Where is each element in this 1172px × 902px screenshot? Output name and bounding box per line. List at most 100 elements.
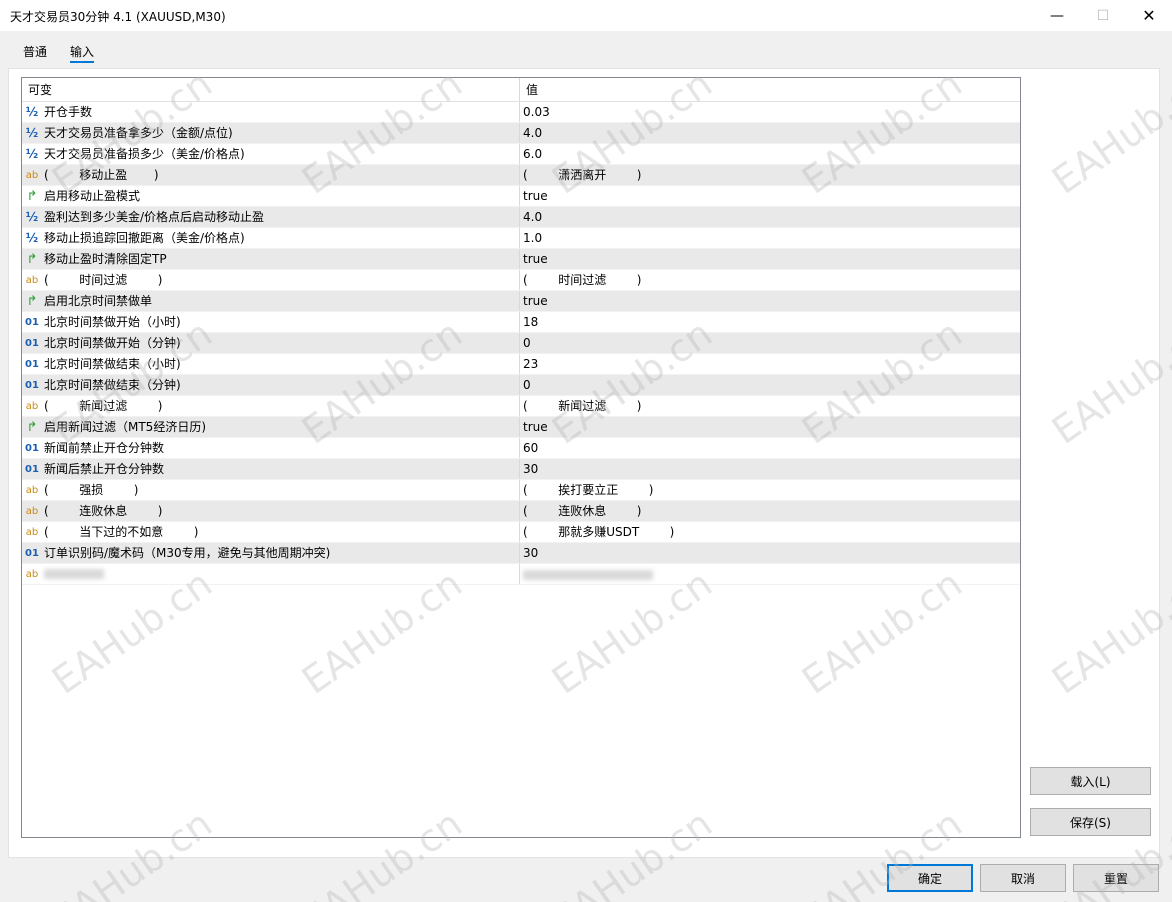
- table-row[interactable]: ab ( 强损 ) ( 挨打要立正 ): [22, 480, 1020, 501]
- variable-name: 北京时间禁做结束（小时): [44, 356, 181, 371]
- column-header-value[interactable]: 值: [520, 78, 1020, 101]
- inputs-grid: 可变 值 ½ 开仓手数 0.03 ½ 天才交易员准备拿多少（金额/点位) 4.0 ½ 天才交易…: [21, 77, 1021, 838]
- variable-cell[interactable]: 01 新闻后禁止开仓分钟数: [22, 459, 520, 479]
- value-cell[interactable]: 30: [520, 543, 1020, 563]
- table-row[interactable]: 01 北京时间禁做结束（小时) 23: [22, 354, 1020, 375]
- table-row[interactable]: ↱ 启用新闻过滤（MT5经济日历) true: [22, 417, 1020, 438]
- reset-button[interactable]: 重置: [1073, 864, 1159, 892]
- value-cell[interactable]: true: [520, 186, 1020, 206]
- variable-cell[interactable]: 01 北京时间禁做开始（小时): [22, 312, 520, 332]
- value-cell[interactable]: 0: [520, 333, 1020, 353]
- variable-cell[interactable]: ab ( 当下过的不如意 ): [22, 522, 520, 542]
- bool-icon: ↱: [26, 251, 38, 267]
- integer-icon: 01: [25, 442, 39, 454]
- variable-cell[interactable]: ↱ 启用新闻过滤（MT5经济日历): [22, 417, 520, 437]
- table-row[interactable]: ab ( 新闻过滤 ) ( 新闻过滤 ): [22, 396, 1020, 417]
- value-cell[interactable]: 4.0: [520, 207, 1020, 227]
- variable-cell[interactable]: ½ 移动止损追踪回撤距离（美金/价格点): [22, 228, 520, 248]
- integer-icon: 01: [25, 547, 39, 559]
- variable-cell[interactable]: ab: [22, 564, 520, 584]
- value-cell[interactable]: ( 新闻过滤 ): [520, 396, 1020, 416]
- load-button[interactable]: 载入(L): [1030, 767, 1151, 795]
- string-icon: ab: [25, 568, 39, 580]
- value-cell[interactable]: ( 时间过滤 ): [520, 270, 1020, 290]
- table-row[interactable]: ab: [22, 564, 1020, 585]
- variable-cell[interactable]: ½ 天才交易员准备损多少（美金/价格点): [22, 144, 520, 164]
- variable-cell[interactable]: ↱ 启用北京时间禁做单: [22, 291, 520, 311]
- value-cell[interactable]: ( 挨打要立正 ): [520, 480, 1020, 500]
- table-row[interactable]: 01 新闻后禁止开仓分钟数 30: [22, 459, 1020, 480]
- variable-cell[interactable]: ↱ 启用移动止盈模式: [22, 186, 520, 206]
- variable-cell[interactable]: ½ 开仓手数: [22, 102, 520, 122]
- grid-rows: ½ 开仓手数 0.03 ½ 天才交易员准备拿多少（金额/点位) 4.0 ½ 天才交易员准备损多…: [22, 102, 1020, 585]
- table-row[interactable]: ab ( 连败休息 ) ( 连败休息 ): [22, 501, 1020, 522]
- tab-bar: 普通 输入: [0, 31, 1172, 67]
- value-cell[interactable]: 18: [520, 312, 1020, 332]
- variable-name: 天才交易员准备拿多少（金额/点位): [44, 125, 233, 140]
- table-row[interactable]: ab ( 移动止盈 ) ( 潇洒离开 ): [22, 165, 1020, 186]
- variable-cell[interactable]: ab ( 时间过滤 ): [22, 270, 520, 290]
- value-cell[interactable]: 60: [520, 438, 1020, 458]
- ok-button[interactable]: 确定: [887, 864, 973, 892]
- value-cell[interactable]: true: [520, 417, 1020, 437]
- variable-cell[interactable]: ½ 盈利达到多少美金/价格点后启动移动止盈: [22, 207, 520, 227]
- table-row[interactable]: ↱ 启用移动止盈模式 true: [22, 186, 1020, 207]
- variable-cell[interactable]: 01 北京时间禁做结束（分钟): [22, 375, 520, 395]
- variable-cell[interactable]: 01 北京时间禁做开始（分钟): [22, 333, 520, 353]
- double-icon: ½: [25, 209, 39, 224]
- value-cell[interactable]: 6.0: [520, 144, 1020, 164]
- table-row[interactable]: 01 北京时间禁做开始（分钟) 0: [22, 333, 1020, 354]
- table-row[interactable]: ½ 盈利达到多少美金/价格点后启动移动止盈 4.0: [22, 207, 1020, 228]
- variable-cell[interactable]: ↱ 移动止盈时清除固定TP: [22, 249, 520, 269]
- variable-name: ( 时间过滤 ): [44, 272, 163, 287]
- table-row[interactable]: ↱ 启用北京时间禁做单 true: [22, 291, 1020, 312]
- close-button[interactable]: ✕: [1126, 0, 1172, 31]
- maximize-button[interactable]: ☐: [1080, 0, 1126, 31]
- table-row[interactable]: ab ( 时间过滤 ) ( 时间过滤 ): [22, 270, 1020, 291]
- redacted-value: [523, 569, 653, 580]
- value-cell[interactable]: 0: [520, 375, 1020, 395]
- double-icon: ½: [25, 146, 39, 161]
- table-row[interactable]: ↱ 移动止盈时清除固定TP true: [22, 249, 1020, 270]
- table-row[interactable]: ½ 天才交易员准备拿多少（金额/点位) 4.0: [22, 123, 1020, 144]
- value-cell[interactable]: 0.03: [520, 102, 1020, 122]
- variable-cell[interactable]: 01 北京时间禁做结束（小时): [22, 354, 520, 374]
- variable-name: [42, 564, 104, 584]
- tab-inputs[interactable]: 输入: [70, 43, 95, 63]
- tab-general[interactable]: 普通: [23, 43, 47, 63]
- double-icon: ½: [25, 230, 39, 245]
- table-row[interactable]: ½ 天才交易员准备损多少（美金/价格点) 6.0: [22, 144, 1020, 165]
- value-cell[interactable]: 23: [520, 354, 1020, 374]
- variable-cell[interactable]: ab ( 连败休息 ): [22, 501, 520, 521]
- string-icon: ab: [25, 526, 39, 538]
- table-row[interactable]: ab ( 当下过的不如意 ) ( 那就多赚USDT ): [22, 522, 1020, 543]
- variable-cell[interactable]: ½ 天才交易员准备拿多少（金额/点位): [22, 123, 520, 143]
- value-cell[interactable]: 30: [520, 459, 1020, 479]
- value-cell[interactable]: ( 连败休息 ): [520, 501, 1020, 521]
- table-row[interactable]: 01 订单识别码/魔术码（M30专用，避免与其他周期冲突) 30: [22, 543, 1020, 564]
- value-cell[interactable]: 1.0: [520, 228, 1020, 248]
- column-header-variable[interactable]: 可变: [22, 78, 520, 101]
- table-row[interactable]: 01 北京时间禁做结束（分钟) 0: [22, 375, 1020, 396]
- value-cell[interactable]: [520, 564, 1020, 584]
- minimize-button[interactable]: —: [1034, 0, 1080, 31]
- variable-cell[interactable]: 01 订单识别码/魔术码（M30专用，避免与其他周期冲突): [22, 543, 520, 563]
- value-cell[interactable]: true: [520, 291, 1020, 311]
- variable-cell[interactable]: ab ( 新闻过滤 ): [22, 396, 520, 416]
- table-row[interactable]: ½ 开仓手数 0.03: [22, 102, 1020, 123]
- table-row[interactable]: ½ 移动止损追踪回撤距离（美金/价格点) 1.0: [22, 228, 1020, 249]
- value-cell[interactable]: ( 那就多赚USDT ): [520, 522, 1020, 542]
- value-cell[interactable]: 4.0: [520, 123, 1020, 143]
- integer-icon: 01: [25, 316, 39, 328]
- value-cell[interactable]: true: [520, 249, 1020, 269]
- variable-cell[interactable]: ab ( 移动止盈 ): [22, 165, 520, 185]
- save-button[interactable]: 保存(S): [1030, 808, 1151, 836]
- grid-header: 可变 值: [22, 78, 1020, 102]
- value-cell[interactable]: ( 潇洒离开 ): [520, 165, 1020, 185]
- variable-cell[interactable]: ab ( 强损 ): [22, 480, 520, 500]
- table-row[interactable]: 01 新闻前禁止开仓分钟数 60: [22, 438, 1020, 459]
- variable-cell[interactable]: 01 新闻前禁止开仓分钟数: [22, 438, 520, 458]
- cancel-button[interactable]: 取消: [980, 864, 1066, 892]
- table-row[interactable]: 01 北京时间禁做开始（小时) 18: [22, 312, 1020, 333]
- variable-name: 启用新闻过滤（MT5经济日历): [44, 419, 207, 434]
